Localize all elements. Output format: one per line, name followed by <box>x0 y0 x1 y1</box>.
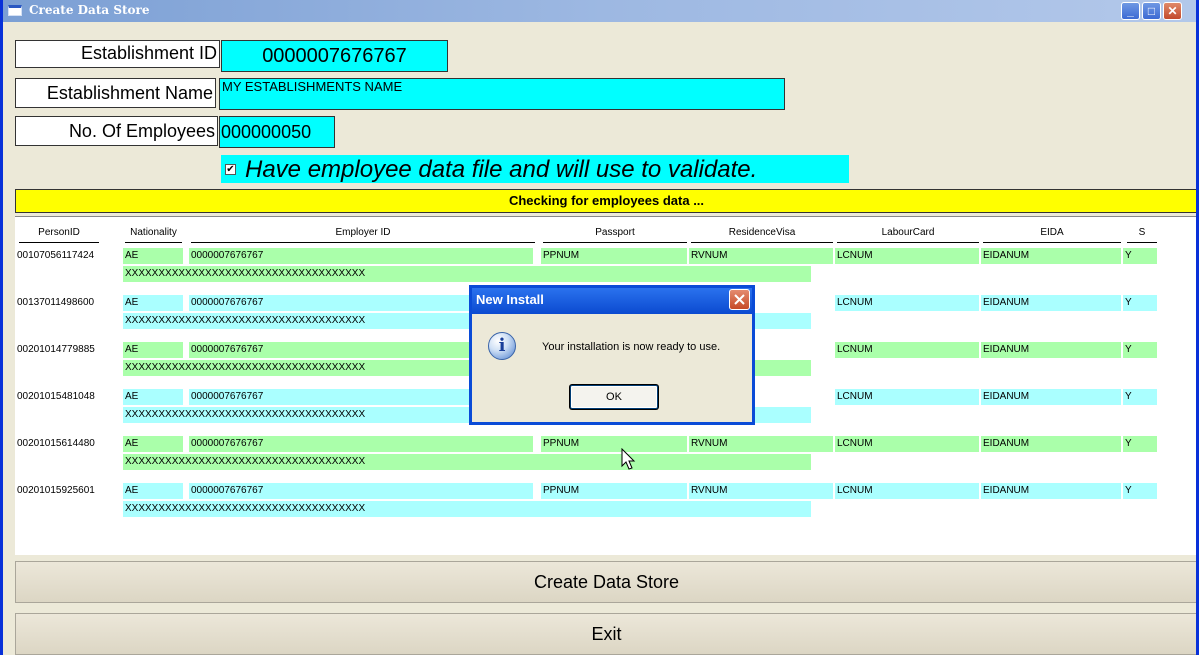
window-icon <box>8 5 22 16</box>
cell-s[interactable]: Y <box>1123 248 1157 264</box>
cell-nationality[interactable]: AE <box>123 436 183 452</box>
cell-s[interactable]: Y <box>1123 483 1157 499</box>
column-header-residence-visa[interactable]: ResidenceVisa <box>691 226 833 243</box>
cell-passport[interactable]: PPNUM <box>541 436 687 452</box>
dialog-close-button[interactable] <box>729 289 750 310</box>
cell-nationality[interactable]: AE <box>123 295 183 311</box>
cell-labour-card[interactable]: LCNUM <box>835 295 979 311</box>
establishment-id-label: Establishment ID <box>15 40 220 68</box>
mouse-cursor-icon <box>621 448 636 470</box>
employees-count-field[interactable]: 000000050 <box>219 116 335 148</box>
main-window: Create Data Store _ □ ✕ Establishment ID… <box>0 0 1199 655</box>
cell-name[interactable]: XXXXXXXXXXXXXXXXXXXXXXXXXXXXXXXXXXXX <box>123 501 811 517</box>
cell-person-id[interactable]: 00201014779885 <box>15 342 119 358</box>
cell-eida[interactable]: EIDANUM <box>981 295 1121 311</box>
establishment-id-field[interactable]: 0000007676767 <box>221 40 448 72</box>
cell-eida[interactable]: EIDANUM <box>981 248 1121 264</box>
maximize-button[interactable]: □ <box>1142 2 1161 20</box>
cell-person-id[interactable]: 00201015614480 <box>15 436 119 452</box>
info-icon: i <box>488 332 516 360</box>
column-header-person-id[interactable]: PersonID <box>19 226 99 243</box>
cell-employer-id[interactable]: 0000007676767 <box>189 483 533 499</box>
cell-labour-card[interactable]: LCNUM <box>835 436 979 452</box>
cell-labour-card[interactable]: LCNUM <box>835 342 979 358</box>
dialog-title-bar[interactable]: New Install <box>472 288 752 314</box>
column-header-passport[interactable]: Passport <box>543 226 687 243</box>
cell-eida[interactable]: EIDANUM <box>981 389 1121 405</box>
status-bar: Checking for employees data ... <box>15 189 1196 213</box>
cell-labour-card[interactable]: LCNUM <box>835 248 979 264</box>
cell-person-id[interactable]: 00201015925601 <box>15 483 119 499</box>
cell-eida[interactable]: EIDANUM <box>981 483 1121 499</box>
column-header-labour-card[interactable]: LabourCard <box>837 226 979 243</box>
column-header-employer-id[interactable]: Employer ID <box>191 226 535 243</box>
cell-residence-visa[interactable]: RVNUM <box>689 248 833 264</box>
dialog-message: Your installation is now ready to use. <box>542 341 721 353</box>
new-install-dialog: New Install i Your installation is now r… <box>469 285 755 425</box>
cell-passport[interactable]: PPNUM <box>541 248 687 264</box>
cell-s[interactable]: Y <box>1123 389 1157 405</box>
cell-employer-id[interactable]: 0000007676767 <box>189 436 533 452</box>
validate-checkbox-label: Have employee data file and will use to … <box>245 156 758 183</box>
title-bar[interactable]: Create Data Store _ □ ✕ <box>3 0 1196 22</box>
cell-person-id[interactable]: 00137011498600 <box>15 295 119 311</box>
cell-labour-card[interactable]: LCNUM <box>835 483 979 499</box>
cell-eida[interactable]: EIDANUM <box>981 436 1121 452</box>
create-data-store-button[interactable]: Create Data Store <box>15 561 1196 603</box>
column-header-eida[interactable]: EIDA <box>983 226 1121 243</box>
establishment-name-field[interactable]: MY ESTABLISHMENTS NAME <box>219 78 785 110</box>
close-button[interactable]: ✕ <box>1163 2 1182 20</box>
cell-s[interactable]: Y <box>1123 436 1157 452</box>
cell-passport[interactable]: PPNUM <box>541 483 687 499</box>
cell-person-id[interactable]: 00107056117424 <box>15 248 119 264</box>
employees-count-label: No. Of Employees <box>15 116 218 146</box>
cell-s[interactable]: Y <box>1123 295 1157 311</box>
dialog-title: New Install <box>476 292 544 307</box>
cell-s[interactable]: Y <box>1123 342 1157 358</box>
window-title: Create Data Store <box>29 3 150 17</box>
exit-button[interactable]: Exit <box>15 613 1196 655</box>
establishment-name-label: Establishment Name <box>15 78 216 108</box>
cell-labour-card[interactable]: LCNUM <box>835 389 979 405</box>
cell-nationality[interactable]: AE <box>123 342 183 358</box>
cell-name[interactable]: XXXXXXXXXXXXXXXXXXXXXXXXXXXXXXXXXXXX <box>123 454 811 470</box>
cell-name[interactable]: XXXXXXXXXXXXXXXXXXXXXXXXXXXXXXXXXXXX <box>123 266 811 282</box>
cell-person-id[interactable]: 00201015481048 <box>15 389 119 405</box>
ok-button[interactable]: OK <box>570 385 658 409</box>
validate-checkbox-row[interactable]: ✔ Have employee data file and will use t… <box>221 155 849 183</box>
cell-nationality[interactable]: AE <box>123 483 183 499</box>
close-icon <box>734 294 745 305</box>
cell-eida[interactable]: EIDANUM <box>981 342 1121 358</box>
cell-nationality[interactable]: AE <box>123 248 183 264</box>
cell-residence-visa[interactable]: RVNUM <box>689 436 833 452</box>
cell-nationality[interactable]: AE <box>123 389 183 405</box>
column-header-s[interactable]: S <box>1127 226 1157 243</box>
minimize-button[interactable]: _ <box>1121 2 1140 20</box>
cell-residence-visa[interactable]: RVNUM <box>689 483 833 499</box>
column-header-nationality[interactable]: Nationality <box>125 226 182 243</box>
validate-checkbox[interactable]: ✔ <box>225 164 236 175</box>
cell-employer-id[interactable]: 0000007676767 <box>189 248 533 264</box>
